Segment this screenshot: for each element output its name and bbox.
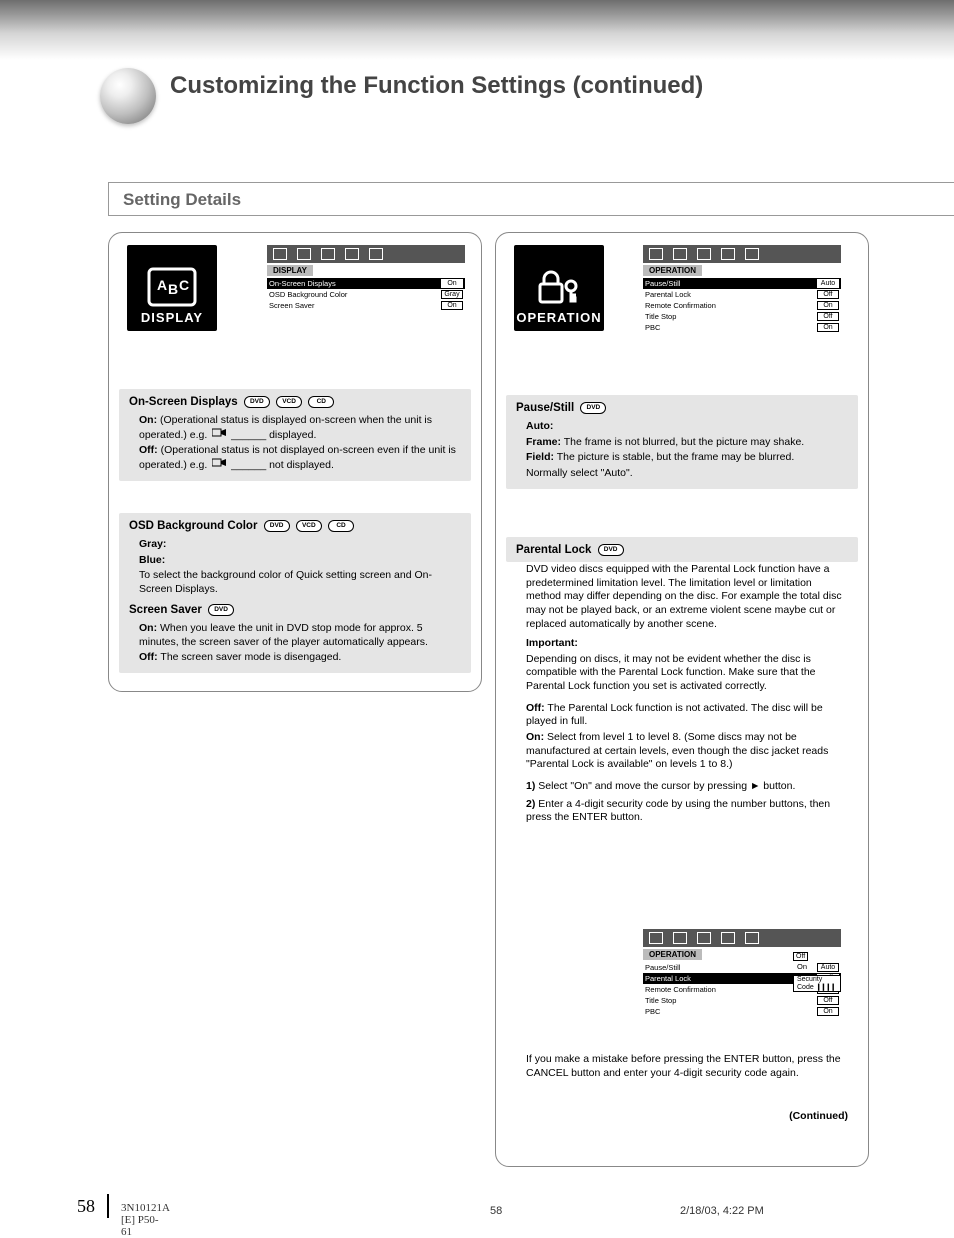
- section-title: Setting Details: [123, 190, 241, 209]
- pl-off: Off:: [526, 702, 545, 714]
- osd-row: Title StopOff: [643, 995, 841, 1006]
- disc-tag: DVD: [244, 396, 270, 408]
- osd-row: On-Screen DisplaysOn: [267, 278, 465, 289]
- page-number: 58: [77, 1196, 95, 1216]
- osd-bg-title: OSD Background Color: [129, 520, 257, 532]
- ps-auto: Auto:: [526, 420, 553, 432]
- pl-step1-num: 1): [526, 780, 535, 792]
- osd-row: PBCOn: [643, 1006, 841, 1017]
- pl-step2: Enter a 4-digit security code by using t…: [526, 798, 830, 824]
- pl-desc: DVD video discs equipped with the Parent…: [526, 563, 848, 631]
- svg-text:B: B: [168, 281, 179, 297]
- panel-display: A B C DISPLAY DISPLAY On-Screen Displays…: [108, 232, 482, 692]
- osd-row: Title StopOff: [643, 311, 841, 322]
- operation-mode-icon: OPERATION: [514, 245, 604, 331]
- display-osd-preview: DISPLAY On-Screen DisplaysOnOSD Backgrou…: [267, 245, 465, 311]
- disc-tag: DVD: [264, 520, 290, 532]
- ss-off-text: The screen saver mode is disengaged.: [160, 651, 341, 663]
- ps-frame-text: The frame is not blurred, but the pictur…: [564, 436, 804, 448]
- osd-row: OSD Background ColorGray: [267, 289, 465, 300]
- display-mode-icon: A B C DISPLAY: [127, 245, 217, 331]
- osd-row: Screen SaverOn: [267, 300, 465, 311]
- osd-bg-desc: To select the background color of Quick …: [139, 569, 461, 596]
- display-osd-rows: On-Screen DisplaysOnOSD Background Color…: [267, 278, 465, 311]
- osd2-security-label: Security Code ❙❙❙❙: [793, 975, 841, 992]
- angle-icon: [212, 458, 226, 473]
- item-on-screen-displays: On-Screen Displays DVD VCD CD On: (Opera…: [119, 389, 471, 481]
- svg-text:A: A: [157, 277, 168, 293]
- pl-off-text: The Parental Lock function is not activa…: [526, 702, 823, 728]
- continued-label: (Continued): [526, 1110, 848, 1124]
- osd2-on: On: [797, 962, 807, 971]
- opt-gray: Gray:: [139, 538, 166, 550]
- header-bullet: [100, 68, 156, 124]
- abc-monitor-icon: A B C: [145, 266, 199, 310]
- item-osd-bg-color: OSD Background Color DVD VCD CD Gray: Bl…: [119, 513, 471, 605]
- disc-tag: CD: [308, 396, 334, 408]
- opt-off-foot: ______ not displayed.: [231, 459, 334, 471]
- osd-row: PBCOn: [643, 322, 841, 333]
- disc-tag: CD: [328, 520, 354, 532]
- svg-text:C: C: [179, 277, 190, 293]
- ps-field-text: The picture is stable, but the frame may…: [557, 451, 795, 463]
- display-mode-label: DISPLAY: [141, 310, 203, 325]
- ps-field: Field:: [526, 451, 554, 463]
- osd-tab-icons: [267, 245, 465, 263]
- pl-on-text: Select from level 1 to level 8. (Some di…: [526, 731, 828, 770]
- lock-key-icon: [534, 266, 584, 310]
- operation-osd-rows: Pause/StillAutoParental LockOffRemote Co…: [643, 278, 841, 333]
- osd-row: Pause/StillAuto: [643, 278, 841, 289]
- disc-tag: DVD: [208, 604, 234, 616]
- operation-osd2-preview: OPERATION Pause/StillAutoParental LockOf…: [643, 929, 841, 1017]
- item-screen-saver: Screen Saver DVD On: When you leave the …: [119, 597, 471, 673]
- item-parental-lock: Parental Lock DVD: [506, 537, 858, 562]
- ps-frame: Frame:: [526, 436, 561, 448]
- pl-important-text: Depending on discs, it may not be eviden…: [526, 653, 848, 694]
- ss-on-text: When you leave the unit in DVD stop mode…: [139, 622, 428, 648]
- footer-page-repeat: 58: [490, 1205, 502, 1217]
- ss-off: Off:: [139, 651, 158, 663]
- osd-section-label: OPERATION: [643, 949, 702, 960]
- ss-title: Screen Saver: [129, 604, 202, 616]
- disc-tag: VCD: [276, 396, 302, 408]
- osd-section-label: DISPLAY: [267, 265, 313, 276]
- osd-tab-icons: [643, 245, 841, 263]
- item-pause-still: Pause/Still DVD Auto: Frame: The frame i…: [506, 395, 858, 489]
- operation-osd-preview: OPERATION Pause/StillAutoParental LockOf…: [643, 245, 841, 333]
- pl-body: DVD video discs equipped with the Parent…: [506, 563, 858, 833]
- ss-on: On:: [139, 622, 157, 634]
- osd2-off: Off: [793, 952, 808, 961]
- page-footer: 58 3N10121A [E] P50-61: [77, 1196, 95, 1217]
- angle-icon: [212, 428, 226, 443]
- header-gradient: [0, 0, 954, 60]
- disc-tag: VCD: [296, 520, 322, 532]
- osd-section-label: OPERATION: [643, 265, 702, 276]
- disc-tag: DVD: [580, 402, 606, 414]
- opt-on: On:: [139, 414, 157, 426]
- osd-item-title: On-Screen Displays: [129, 396, 238, 408]
- opt-on-foot: ______ displayed.: [231, 429, 316, 441]
- pl-on: On:: [526, 731, 544, 743]
- osd2-side: Off On Security Code ❙❙❙❙: [793, 951, 841, 993]
- footer-gateway: 3N10121A [E] P50-61: [121, 1202, 169, 1238]
- osd-row: Remote ConfirmationOn: [643, 300, 841, 311]
- opt-blue: Blue:: [139, 554, 165, 566]
- section-header: Setting Details: [108, 182, 954, 216]
- pl-step2-num: 2): [526, 798, 535, 810]
- page-title: Customizing the Function Settings (conti…: [170, 72, 703, 100]
- disc-tag: DVD: [598, 544, 624, 556]
- panel-operation: OPERATION OPERATION Pause/StillAutoParen…: [495, 232, 869, 1167]
- ps-title: Pause/Still: [516, 402, 574, 414]
- osd-row: Parental LockOff: [643, 289, 841, 300]
- osd-tab-icons: [643, 929, 841, 947]
- pl-title: Parental Lock: [516, 544, 591, 556]
- pl-continue-text: If you make a mistake before pressing th…: [526, 1053, 848, 1080]
- pl-important-label: Important:: [526, 637, 578, 649]
- ps-foot: Normally select "Auto".: [526, 467, 848, 481]
- operation-mode-label: OPERATION: [516, 310, 601, 325]
- pl-step1: Select "On" and move the cursor by press…: [538, 780, 795, 792]
- pl-continue-body: If you make a mistake before pressing th…: [506, 1053, 858, 1132]
- footer-stamp: 2/18/03, 4:22 PM: [680, 1205, 764, 1217]
- opt-off: Off:: [139, 444, 158, 456]
